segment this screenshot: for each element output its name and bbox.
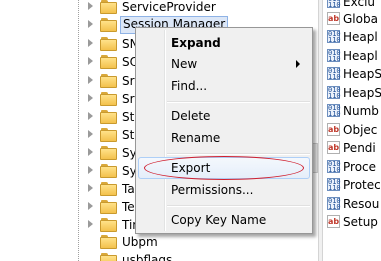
expand-arrow-icon[interactable] (88, 166, 93, 174)
value-row[interactable]: 010 110 HeapS (323, 65, 381, 83)
expand-arrow-icon[interactable] (88, 112, 93, 120)
value-row[interactable]: 010 110 Heapl (323, 47, 381, 65)
binary-value-icon: 010110 (327, 104, 341, 118)
expand-arrow-icon[interactable] (88, 202, 93, 210)
folder-icon (100, 92, 117, 106)
expand-arrow-icon[interactable] (88, 20, 93, 28)
value-row[interactable]: 010 110 HeapS (323, 84, 381, 102)
value-row[interactable]: ab Setup (323, 213, 381, 231)
menu-item-new[interactable]: New (138, 53, 310, 75)
value-row[interactable]: ab Globa (323, 10, 381, 28)
menu-item-rename[interactable]: Rename (138, 127, 310, 149)
tree-item-label: Ubpm (122, 235, 158, 249)
expand-arrow-icon[interactable] (88, 57, 93, 65)
string-value-icon: ab (327, 12, 340, 25)
expand-arrow-icon[interactable] (88, 148, 93, 156)
value-name: Objec (343, 123, 378, 137)
folder-icon (100, 18, 117, 32)
tree-item-serviceprovider[interactable]: ServiceProvider (0, 0, 300, 16)
value-row[interactable]: 010 110 Resou (323, 195, 381, 213)
menu-item-delete[interactable]: Delete (138, 105, 310, 127)
expand-arrow-icon[interactable] (88, 184, 93, 192)
expand-arrow-icon[interactable] (88, 39, 93, 47)
tree-item[interactable]: usbflags (0, 251, 300, 261)
value-row[interactable]: 010 110 Proce (323, 158, 381, 176)
binary-value-icon: 010110 (327, 160, 341, 174)
menu-separator (167, 153, 310, 155)
expand-arrow-icon[interactable] (88, 76, 93, 84)
string-value-icon: ab (327, 141, 340, 154)
menu-item-find[interactable]: Find... (138, 75, 310, 97)
menu-item-copy-key-name[interactable]: Copy Key Name (138, 209, 310, 231)
value-name: HeapS (343, 67, 381, 81)
binary-value-icon: 010110 (327, 30, 341, 44)
value-name: Proce (343, 160, 377, 174)
menu-item-label: Delete (171, 109, 211, 123)
binary-value-icon: 010110 (327, 86, 341, 100)
folder-icon (100, 146, 117, 160)
value-row[interactable]: 010 110 Protec (323, 176, 381, 194)
value-name: Heapl (343, 30, 378, 44)
folder-icon (100, 218, 117, 232)
value-row[interactable]: ab Pendi (323, 139, 381, 157)
folder-icon (100, 0, 117, 14)
value-row[interactable]: 010 110 Heapl (323, 28, 381, 46)
value-name: Exclu (343, 0, 376, 9)
values-list-pane: 010110Exclu abGloba 010110Heapl 010110He… (323, 0, 381, 261)
menu-item-permissions[interactable]: Permissions... (138, 179, 310, 201)
value-name: Globa (343, 12, 378, 26)
folder-icon (100, 253, 117, 261)
value-name: Resou (343, 197, 380, 211)
value-row[interactable]: ab Objec (323, 121, 381, 139)
registry-editor-window: ServiceProvider Session Manager SN SQ Sr… (0, 0, 381, 261)
menu-item-label: Copy Key Name (171, 213, 267, 227)
value-name: Heapl (343, 49, 378, 63)
menu-item-label: New (171, 57, 198, 71)
binary-value-icon: 010110 (327, 49, 341, 63)
folder-icon (100, 37, 117, 51)
string-value-icon: ab (327, 215, 340, 228)
value-name: Setup (343, 215, 378, 229)
value-name: HeapS (343, 86, 381, 100)
menu-item-label: Expand (171, 36, 221, 50)
menu-separator (167, 205, 310, 207)
binary-value-icon: 010110 (327, 178, 341, 192)
binary-value-icon: 010110 (327, 67, 341, 81)
submenu-arrow-icon (296, 60, 300, 68)
menu-item-expand[interactable]: Expand (138, 32, 310, 54)
value-name: Pendi (343, 141, 376, 155)
tree-item-label: usbflags (122, 253, 173, 261)
context-menu: Expand New Find... Delete Rename Export … (135, 27, 313, 234)
folder-icon (100, 55, 117, 69)
expand-arrow-icon[interactable] (88, 94, 93, 102)
folder-icon (100, 128, 117, 142)
expand-arrow-icon[interactable] (88, 220, 93, 228)
folder-icon (100, 182, 117, 196)
expand-arrow-icon[interactable] (88, 130, 93, 138)
menu-item-label: Rename (171, 131, 221, 145)
menu-item-export[interactable]: Export (138, 157, 310, 179)
folder-icon (100, 110, 117, 124)
folder-icon (100, 74, 117, 88)
value-name: Protec (343, 178, 381, 192)
folder-icon (100, 200, 117, 214)
menu-item-label: Permissions... (171, 183, 254, 197)
menu-item-label: Export (171, 161, 211, 175)
menu-item-label: Find... (171, 79, 208, 93)
tree-item[interactable]: Ubpm (0, 233, 300, 251)
folder-icon (100, 235, 117, 249)
tree-item-label: ServiceProvider (122, 0, 216, 14)
menu-separator (167, 101, 310, 103)
value-name: Numb (343, 104, 379, 118)
expand-arrow-icon[interactable] (88, 2, 93, 10)
string-value-icon: ab (327, 123, 340, 136)
folder-icon (100, 164, 117, 178)
value-row[interactable]: 010 110 Numb (323, 102, 381, 120)
binary-value-icon: 010110 (327, 197, 341, 211)
binary-value-icon: 010110 (327, 0, 341, 9)
